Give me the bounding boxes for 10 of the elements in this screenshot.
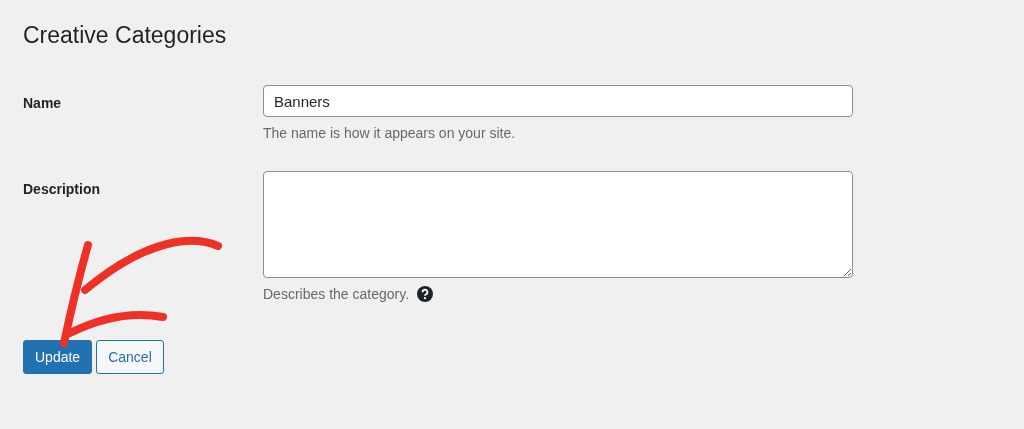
field-label: Name xyxy=(23,94,62,111)
field-hint: Describes the category. xyxy=(263,286,410,302)
cancel-button[interactable]: Cancel xyxy=(96,340,164,374)
page-title: Creative Categories xyxy=(23,22,227,49)
help-icon[interactable] xyxy=(417,286,434,302)
field-hint: The name is how it appears on your site. xyxy=(263,125,516,141)
description-field[interactable] xyxy=(263,171,853,278)
name-field[interactable]: Banners xyxy=(263,85,853,117)
field-label: Description xyxy=(23,180,100,197)
update-button[interactable]: Update xyxy=(23,340,93,374)
